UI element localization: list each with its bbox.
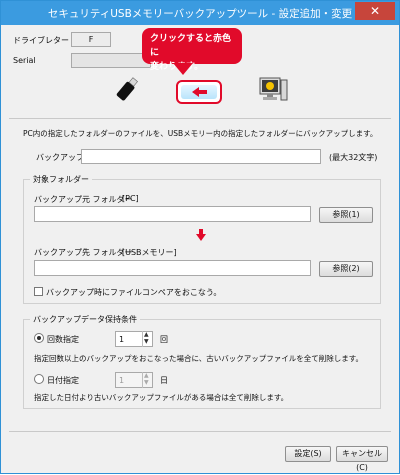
target-folder-title: 対象フォルダー <box>30 174 92 185</box>
computer-icon <box>259 77 288 101</box>
cancel-button[interactable]: キャンセル(C) <box>336 446 388 472</box>
source-folder-label: バックアップ元 フォルダー <box>34 195 133 204</box>
dest-folder-input[interactable] <box>34 260 311 276</box>
date-description: 指定した日付より古いバックアップファイルがある場合は全て削除します。 <box>34 393 289 402</box>
down-arrow-icon <box>196 234 206 241</box>
serial-field <box>71 53 151 68</box>
callout-line-1: クリックすると赤色に <box>150 34 232 58</box>
retention-title: バックアップデータ保持条件 <box>30 314 140 325</box>
backup-name-input[interactable] <box>81 149 321 164</box>
file-compare-label: バックアップ時にファイルコンペアをおこなう。 <box>46 288 222 297</box>
callout-tail <box>173 63 193 75</box>
drive-letter-field: F <box>71 32 111 47</box>
date-label: 日付指定 <box>47 376 79 385</box>
count-value: 1 <box>119 335 125 344</box>
window-title: セキュリティUSBメモリーバックアップツール - 設定追加・変更 <box>47 8 353 20</box>
backup-name-limit: (最大32文字) <box>329 153 378 162</box>
date-value: 1 <box>119 376 125 385</box>
arrow-left-icon <box>192 87 207 97</box>
description-text: PC内の指定したフォルダーのファイルを、USBメモリー内の指定したフォルダーにバ… <box>23 129 378 138</box>
count-description: 指定回数以上のバックアップをおこなった場合に、古いバックアップファイルを全て削除… <box>34 354 364 363</box>
bottom-divider <box>9 431 391 432</box>
count-unit: 回 <box>160 335 168 344</box>
click-callout: クリックすると赤色に 変わります。 <box>142 28 242 72</box>
date-input[interactable]: 1 ▲ ▼ <box>115 372 153 388</box>
close-button[interactable]: ✕ <box>355 2 395 20</box>
browse-dest-button[interactable]: 参照(2) <box>319 261 373 277</box>
count-radio[interactable] <box>34 333 44 343</box>
source-folder-input[interactable] <box>34 206 311 222</box>
date-radio[interactable] <box>34 374 44 384</box>
top-divider <box>9 118 391 119</box>
direction-toggle-button[interactable] <box>176 80 222 104</box>
dest-folder-label: バックアップ先 フォルダー <box>34 248 133 257</box>
drive-letter-label: ドライブレター <box>13 36 69 45</box>
dest-folder-tag: [USBメモリー] <box>122 248 177 257</box>
date-spinner[interactable]: ▲ ▼ <box>142 372 152 388</box>
title-bar[interactable]: セキュリティUSBメモリーバックアップツール - 設定追加・変更 ✕ <box>1 1 399 25</box>
date-unit: 日 <box>160 376 168 385</box>
browse-source-button[interactable]: 参照(1) <box>319 207 373 223</box>
file-compare-checkbox[interactable] <box>34 287 43 296</box>
source-folder-tag: [PC] <box>122 194 139 203</box>
usb-drive-icon <box>116 77 138 101</box>
dialog-window: セキュリティUSBメモリーバックアップツール - 設定追加・変更 ✕ ドライブレ… <box>0 0 400 474</box>
save-button[interactable]: 設定(S) <box>285 446 331 462</box>
count-spinner[interactable]: ▲ ▼ <box>142 331 152 347</box>
count-label: 回数指定 <box>47 335 79 344</box>
serial-label: Serial <box>13 56 36 65</box>
count-input[interactable]: 1 ▲ ▼ <box>115 331 153 347</box>
